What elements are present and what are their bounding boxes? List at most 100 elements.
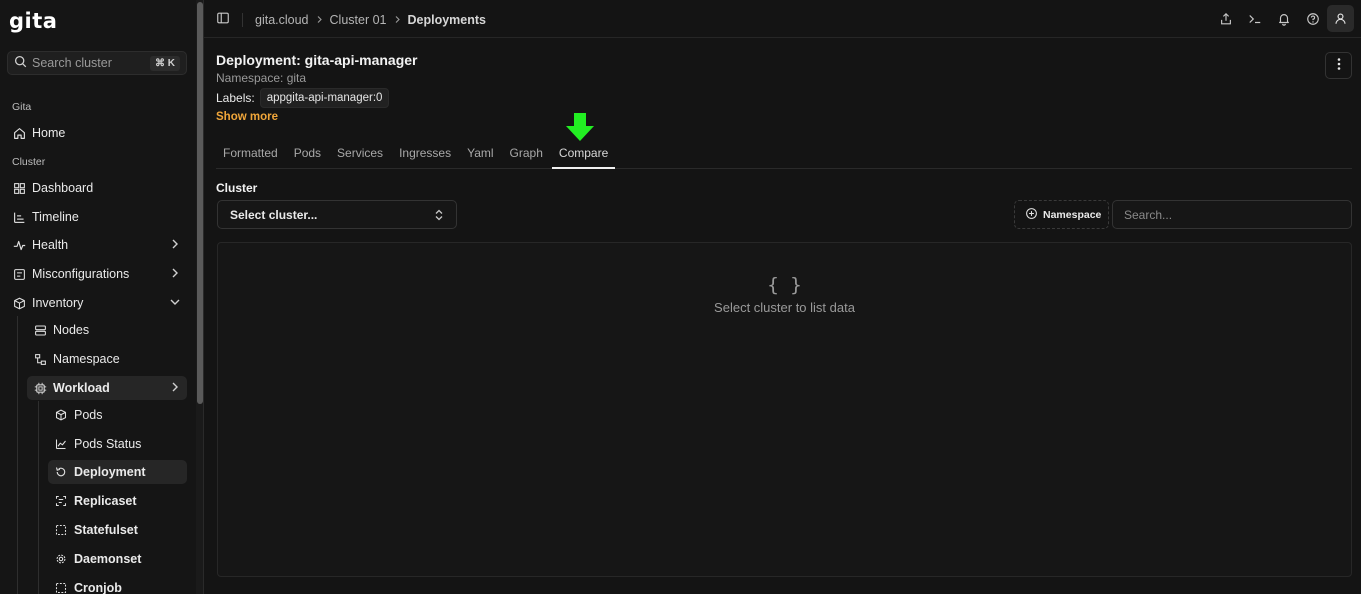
plus-circle-icon xyxy=(1025,207,1038,223)
server-icon xyxy=(33,323,47,337)
more-options-button[interactable] xyxy=(1325,52,1352,79)
tab-formatted[interactable]: Formatted xyxy=(216,142,285,169)
search-placeholder: Search cluster xyxy=(32,56,112,70)
show-more-link[interactable]: Show more xyxy=(216,111,278,123)
sidebar-item-namespace[interactable]: Namespace xyxy=(27,347,187,371)
sidebar-item-dashboard[interactable]: Dashboard xyxy=(6,176,187,200)
terminal-icon[interactable] xyxy=(1240,5,1269,32)
kebab-icon xyxy=(1337,57,1341,74)
chevrons-up-down-icon xyxy=(434,209,444,224)
divider xyxy=(242,12,243,27)
sidebar-item-label: Misconfigurations xyxy=(32,267,130,281)
breadcrumb-item[interactable]: Cluster 01 xyxy=(330,13,387,27)
breadcrumb: gita.cloud Cluster 01 Deployments xyxy=(216,11,486,28)
share-icon[interactable] xyxy=(1211,5,1240,32)
breadcrumb-item[interactable]: gita.cloud xyxy=(255,13,309,27)
app-logo[interactable]: gita xyxy=(9,9,57,33)
sidebar-item-label: Workload xyxy=(53,381,110,395)
sidebar-item-cronjob[interactable]: Cronjob xyxy=(48,576,187,594)
search-input[interactable] xyxy=(1112,200,1352,229)
select-value: Select cluster... xyxy=(230,207,318,222)
activity-icon xyxy=(12,238,26,252)
labels-label: Labels: xyxy=(216,91,255,105)
scrollbar-thumb[interactable] xyxy=(197,2,203,404)
sidebar: gita Search cluster ⌘ K Gita Home Cluste… xyxy=(0,0,196,594)
sidebar-item-pods-status[interactable]: Pods Status xyxy=(48,432,187,456)
tab-ingresses[interactable]: Ingresses xyxy=(392,142,458,169)
sidebar-item-label: Dashboard xyxy=(32,181,94,195)
sidebar-item-label: Health xyxy=(32,238,69,252)
rotate-icon xyxy=(54,465,68,479)
sidebar-item-daemonset[interactable]: Daemonset xyxy=(48,547,187,571)
sidebar-item-statefulset[interactable]: Statefulset xyxy=(48,518,187,542)
topbar: gita.cloud Cluster 01 Deployments xyxy=(204,0,1361,38)
panel-toggle-icon[interactable] xyxy=(216,11,230,28)
sidebar-item-workload[interactable]: Workload xyxy=(27,376,187,400)
tab-yaml[interactable]: Yaml xyxy=(460,142,500,169)
home-icon xyxy=(12,126,26,140)
sidebar-item-label: Pods Status xyxy=(74,437,142,451)
cpu-icon xyxy=(33,381,47,395)
sidebar-item-pods[interactable]: Pods xyxy=(48,403,187,427)
page-title: Deployment: gita-api-manager xyxy=(216,52,418,68)
sidebar-item-home[interactable]: Home xyxy=(6,121,187,145)
braces-icon: { } xyxy=(767,274,802,296)
sidebar-item-timeline[interactable]: Timeline xyxy=(6,205,187,229)
scan-icon xyxy=(12,267,26,281)
empty-state-text: Select cluster to list data xyxy=(714,300,855,315)
section-label-cluster: Cluster xyxy=(12,156,46,168)
compare-results-panel: { } Select cluster to list data xyxy=(217,242,1352,577)
sidebar-item-label: Nodes xyxy=(53,323,90,337)
sidebar-item-inventory[interactable]: Inventory xyxy=(6,291,187,315)
namespace-button-label: Namespace xyxy=(1043,208,1102,221)
breadcrumb-current: Deployments xyxy=(407,12,487,27)
sidebar-item-replicaset[interactable]: Replicaset xyxy=(48,489,187,513)
chevron-right-icon xyxy=(169,267,181,279)
tab-services[interactable]: Services xyxy=(330,142,390,169)
sidebar-item-label: Home xyxy=(32,126,66,140)
label-chip: appgita-api-manager:0 xyxy=(259,88,390,108)
grid-icon xyxy=(12,181,26,195)
chart-icon xyxy=(54,437,68,451)
sidebar-item-misconfigurations[interactable]: Misconfigurations xyxy=(6,262,187,286)
namespace-text: Namespace: gita xyxy=(216,71,307,85)
bell-icon[interactable] xyxy=(1269,5,1298,32)
cluster-label: Cluster xyxy=(216,181,258,195)
dashed-box-icon xyxy=(54,523,68,537)
sidebar-item-label: Deployment xyxy=(74,465,146,479)
labels-row: Labels: appgita-api-manager:0 xyxy=(216,88,390,108)
sidebar-item-label: Timeline xyxy=(32,210,79,224)
tree-guide-line xyxy=(17,316,18,594)
sidebar-item-label: Daemonset xyxy=(74,552,142,566)
sidebar-item-nodes[interactable]: Nodes xyxy=(27,318,187,342)
tab-bar: Formatted Pods Services Ingresses Yaml G… xyxy=(216,142,1352,169)
cluster-select[interactable]: Select cluster... xyxy=(217,200,457,229)
clock-icon xyxy=(54,581,68,594)
user-icon[interactable] xyxy=(1327,5,1354,32)
timeline-icon xyxy=(12,210,26,224)
sidebar-item-label: Statefulset xyxy=(74,523,138,537)
section-label-gita: Gita xyxy=(12,101,32,113)
sidebar-scrollbar[interactable] xyxy=(196,0,204,594)
sidebar-item-deployment[interactable]: Deployment xyxy=(48,460,187,484)
sidebar-item-health[interactable]: Health xyxy=(6,233,187,257)
cog-icon xyxy=(54,552,68,566)
sidebar-item-label: Replicaset xyxy=(74,494,137,508)
hierarchy-icon xyxy=(33,352,47,366)
chevron-right-icon xyxy=(169,381,181,393)
sidebar-item-label: Namespace xyxy=(53,352,120,366)
search-icon xyxy=(14,55,27,71)
cluster-search[interactable]: Search cluster ⌘ K xyxy=(7,51,187,75)
box-icon xyxy=(12,296,26,310)
chevron-right-icon xyxy=(315,13,324,27)
tab-compare[interactable]: Compare xyxy=(551,142,616,169)
chevron-right-icon xyxy=(169,238,181,250)
sidebar-item-label: Cronjob xyxy=(74,581,122,594)
tab-graph[interactable]: Graph xyxy=(503,142,550,169)
namespace-filter-button[interactable]: Namespace xyxy=(1014,200,1109,229)
chevron-down-icon xyxy=(169,296,181,308)
replica-icon xyxy=(54,494,68,508)
tab-pods[interactable]: Pods xyxy=(287,142,328,169)
chevron-right-icon xyxy=(393,13,402,27)
help-icon[interactable] xyxy=(1298,5,1327,32)
